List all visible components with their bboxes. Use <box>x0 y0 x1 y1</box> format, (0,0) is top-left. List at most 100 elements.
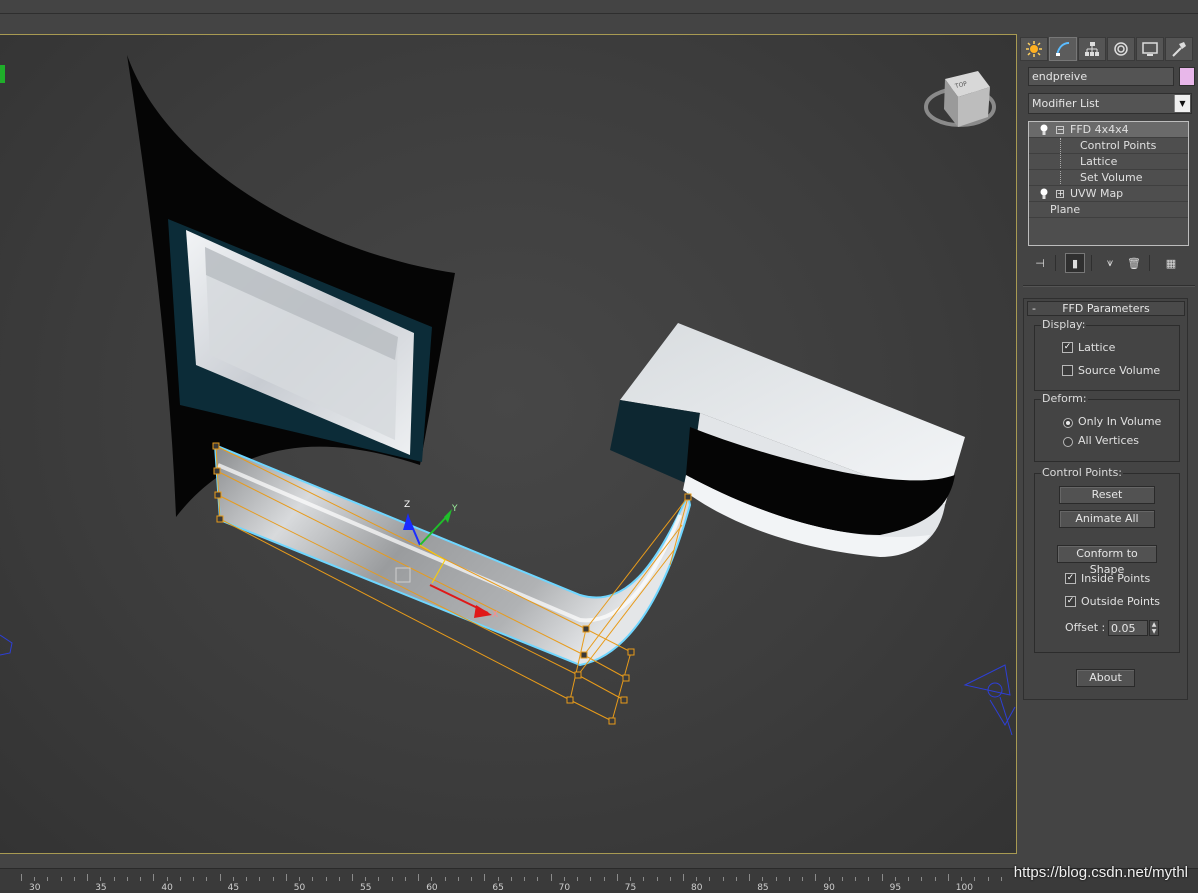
pin-stack-icon[interactable]: ⊣ <box>1030 253 1050 273</box>
timeline-frame-label: 55 <box>360 883 372 893</box>
timeline-tick <box>1000 877 1002 881</box>
top-toolbar-strip <box>0 0 1198 14</box>
timeline-tick <box>788 877 790 881</box>
modifier-list-label: Modifier List <box>1032 97 1100 110</box>
timeline-tick <box>524 877 526 881</box>
timeline-tick <box>563 877 565 881</box>
modify-tab[interactable] <box>1049 37 1077 61</box>
only-in-volume-radio[interactable] <box>1063 418 1073 428</box>
stack-subitem-control-points[interactable]: Control Points <box>1029 138 1188 186</box>
rollout-title: FFD Parameters <box>1062 302 1150 315</box>
outside-points-checkbox[interactable]: ✓ <box>1065 596 1076 607</box>
timeline-tick <box>828 877 830 881</box>
timeline-tick <box>365 877 367 881</box>
timeline-tick <box>749 874 751 881</box>
animate-all-button[interactable]: Animate All <box>1059 510 1155 528</box>
reset-button[interactable]: Reset <box>1059 486 1155 504</box>
timeline-tick <box>312 877 314 881</box>
timeline-frame-label: 100 <box>955 883 973 893</box>
timeline-frame-label: 35 <box>95 883 107 893</box>
gizmo-z-label: Z <box>404 500 410 510</box>
timeline-tick <box>444 877 446 881</box>
object-name-field[interactable]: endpreive <box>1028 67 1174 86</box>
timeline-tick <box>34 877 36 881</box>
timeline-tick <box>457 877 459 881</box>
expand-icon[interactable]: + <box>1056 190 1064 198</box>
group-label: Control Points: <box>1041 466 1124 479</box>
offset-spinner-arrows[interactable]: ▲ ▼ <box>1149 620 1159 636</box>
timeline-tick <box>709 877 711 881</box>
lightbulb-icon[interactable] <box>1039 188 1049 200</box>
timeline-tick <box>47 877 49 881</box>
hierarchy-icon <box>1085 42 1099 56</box>
timeline-tick <box>299 877 301 881</box>
display-icon <box>1142 42 1158 56</box>
about-button[interactable]: About <box>1076 669 1135 687</box>
timeline-tick <box>21 874 22 881</box>
create-tab[interactable] <box>1020 37 1048 61</box>
timeline-tick <box>616 874 618 881</box>
all-vertices-label: All Vertices <box>1078 434 1140 447</box>
rollout-header[interactable]: - FFD Parameters <box>1027 301 1185 316</box>
stack-subitem-label: Control Points <box>1080 139 1157 152</box>
timeline-frame-label: 45 <box>227 883 240 893</box>
source-volume-label: Source Volume <box>1078 364 1161 377</box>
timeline-tick <box>934 877 936 881</box>
curved-wall-object[interactable] <box>127 55 455 517</box>
only-in-volume-label: Only In Volume <box>1078 415 1162 428</box>
inside-points-checkbox[interactable]: ✓ <box>1065 573 1076 584</box>
timeline-tick <box>537 877 539 881</box>
motion-tab[interactable] <box>1107 37 1135 61</box>
offset-spinner-field[interactable]: 0.05 <box>1108 620 1148 636</box>
lattice-checkbox[interactable]: ✓ <box>1062 342 1073 353</box>
box-object[interactable] <box>610 323 965 557</box>
stack-subitem-lattice[interactable]: Lattice <box>1029 154 1188 170</box>
timeline-frame-label: 90 <box>823 883 835 893</box>
remove-modifier-icon[interactable]: 🗑 <box>1124 253 1144 273</box>
timeline-tick <box>762 877 764 881</box>
timeline-tick <box>577 877 579 881</box>
timeline-frame-label: 40 <box>161 883 173 893</box>
object-color-swatch[interactable] <box>1179 67 1195 86</box>
modifier-stack[interactable]: − FFD 4x4x4 Control Points Lattice Set V… <box>1028 121 1189 246</box>
all-vertices-radio[interactable] <box>1063 437 1073 447</box>
camera-helper-left[interactable] <box>0 634 13 656</box>
timeline-tick <box>630 877 632 881</box>
viewport-marker <box>0 65 5 83</box>
timeline-tick <box>722 877 724 881</box>
lightbulb-icon[interactable] <box>1039 124 1049 136</box>
timeline-frame-label: 95 <box>889 883 902 893</box>
ffd-strip-object[interactable] <box>213 443 692 667</box>
hierarchy-tab[interactable] <box>1078 37 1106 61</box>
modifier-list-dropdown[interactable]: Modifier List ▼ <box>1028 93 1192 114</box>
ffd-parameters-rollout: - FFD Parameters Display: ✓ Lattice Sour… <box>1023 298 1188 700</box>
source-volume-checkbox[interactable] <box>1062 365 1073 376</box>
utilities-tab[interactable] <box>1165 37 1193 61</box>
stack-item-plane[interactable]: Plane <box>1029 202 1188 218</box>
configure-sets-icon[interactable]: ▦ <box>1161 253 1181 273</box>
gizmo-x-label: X <box>492 610 498 620</box>
stack-subitem-set-volume[interactable]: Set Volume <box>1029 170 1188 186</box>
display-tab[interactable] <box>1136 37 1164 61</box>
divider <box>1149 255 1150 271</box>
timeline-tick <box>87 874 89 881</box>
stack-item-label: Plane <box>1050 203 1081 216</box>
collapse-icon[interactable]: − <box>1056 126 1064 134</box>
light-helper-right[interactable] <box>963 664 1016 736</box>
make-unique-icon[interactable]: ⩛ <box>1100 253 1120 273</box>
timeline-tick <box>510 877 512 881</box>
chevron-down-icon[interactable]: ▼ <box>1174 95 1190 112</box>
divider <box>1091 255 1092 271</box>
viewcube[interactable]: TOP <box>924 71 996 127</box>
stack-item-label: FFD 4x4x4 <box>1070 123 1129 136</box>
show-end-result-icon[interactable]: ▮ <box>1065 253 1085 273</box>
perspective-viewport[interactable]: Z Y X TOP <box>0 34 1017 854</box>
timeline-tick <box>669 877 671 881</box>
stack-item-ffd[interactable]: − FFD 4x4x4 <box>1029 122 1188 138</box>
stack-item-uvw-map[interactable]: + UVW Map <box>1029 186 1188 202</box>
conform-to-shape-button[interactable]: Conform to Shape <box>1057 545 1157 576</box>
timeline-frame-label: 30 <box>29 883 41 893</box>
timeline-tick <box>166 877 168 881</box>
timeline-tick <box>987 877 989 881</box>
scene-render[interactable]: Z Y X TOP <box>0 35 1017 854</box>
